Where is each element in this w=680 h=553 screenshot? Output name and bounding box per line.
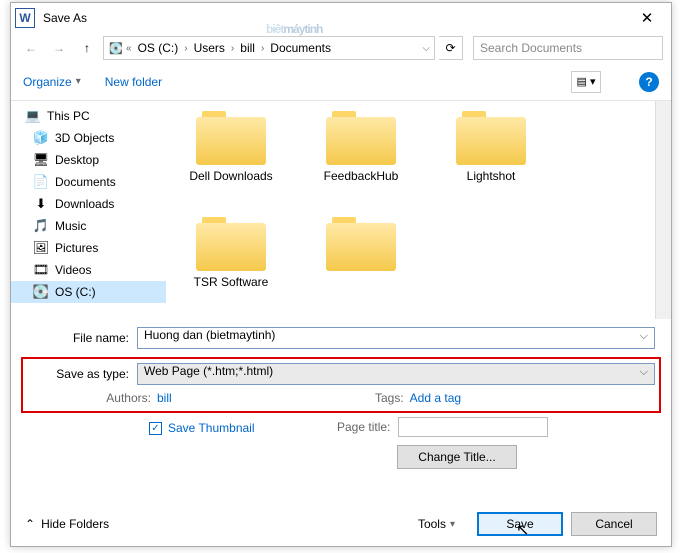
folder-item[interactable]: Dell Downloads [176, 109, 286, 209]
folder-icon [326, 109, 396, 165]
tree-item-label: Desktop [55, 153, 99, 167]
tags-label: Tags: [354, 391, 404, 405]
tree-item-icon: ⬇ [33, 196, 49, 212]
body: 💻This PC 🧊 3D Objects 🖥 Desktop 📄 Documents ⬇ D… [11, 101, 671, 319]
save-thumbnail-checkbox[interactable]: ✓ [149, 422, 162, 435]
hide-folders-button[interactable]: ⌃Hide Folders [25, 517, 109, 531]
tree-item-icon: 💽 [33, 284, 49, 300]
pc-icon: 💻 [25, 108, 41, 124]
tree-item-icon: 📄 [33, 174, 49, 190]
titlebar: W Save As ✕ [11, 3, 671, 33]
chevron-up-icon: ⌃ [25, 517, 35, 531]
forward-button[interactable]: → [47, 36, 71, 60]
tree-item[interactable]: 🎵 Music [11, 215, 166, 237]
save-type-label: Save as type: [27, 367, 137, 381]
tree-item-label: 3D Objects [55, 131, 114, 145]
close-button[interactable]: ✕ [627, 4, 667, 32]
tree-item-label: Videos [55, 263, 91, 277]
folder-icon [196, 215, 266, 271]
chevron-icon: › [261, 43, 264, 54]
nav-bar: ← → ↑ 💽 « OS (C:) › Users › bill › Docum… [11, 33, 671, 63]
cancel-button[interactable]: Cancel [571, 512, 657, 536]
folder-item[interactable]: Lightshot [436, 109, 546, 209]
new-folder-button[interactable]: New folder [105, 75, 162, 89]
change-title-button[interactable]: Change Title... [397, 445, 517, 469]
page-title-input[interactable] [398, 417, 548, 437]
drive-icon: 💽 [108, 40, 124, 56]
authors-value[interactable]: bill [157, 391, 172, 405]
tree-item-icon: 🎵 [33, 218, 49, 234]
tree-item[interactable]: 📄 Documents [11, 171, 166, 193]
toolbar: Organize▾ New folder ▤ ▾ ? [11, 63, 671, 101]
tree-item-icon: 🖥 [33, 152, 49, 168]
tags-value[interactable]: Add a tag [410, 391, 461, 405]
tree-item-icon: 🖼 [33, 240, 49, 256]
tree-item-label: Pictures [55, 241, 98, 255]
search-input[interactable]: Search Documents [473, 36, 663, 60]
scrollbar[interactable] [655, 101, 671, 319]
tree-item[interactable]: 🧊 3D Objects [11, 127, 166, 149]
tree-item-icon: 🎞 [33, 262, 49, 278]
file-name-label: File name: [27, 331, 137, 345]
chevron-icon: › [231, 43, 234, 54]
chevron-icon: « [126, 43, 132, 54]
word-icon: W [15, 8, 35, 28]
tree-item[interactable]: 💽 OS (C:) [11, 281, 166, 303]
tree-item-label: Music [55, 219, 86, 233]
save-as-dialog: biêtmáytinh W Save As ✕ ← → ↑ 💽 « OS (C:… [10, 2, 672, 547]
folder-icon [456, 109, 526, 165]
folder-item[interactable]: FeedbackHub [306, 109, 416, 209]
highlight-box: Save as type: Web Page (*.htm;*.html) Au… [21, 357, 661, 413]
chevron-down-icon[interactable]: ⌵ [422, 43, 430, 54]
folder-view[interactable]: Dell Downloads FeedbackHub Lightshot TSR So… [166, 101, 671, 319]
back-button[interactable]: ← [19, 36, 43, 60]
form-area: File name: Huong dan (bietmaytinh) Save … [11, 319, 671, 469]
tools-menu[interactable]: Tools▾ [418, 517, 455, 531]
tree-item[interactable]: 🎞 Videos [11, 259, 166, 281]
folder-item[interactable]: TSR Software [176, 215, 286, 315]
footer: ⌃Hide Folders Tools▾ Save Cancel [11, 512, 671, 536]
tree-item-label: OS (C:) [55, 285, 96, 299]
folder-item[interactable] [306, 215, 416, 315]
crumb-documents[interactable]: Documents [266, 39, 335, 57]
tree-item-icon: 🧊 [33, 130, 49, 146]
tree-item[interactable]: 🖥 Desktop [11, 149, 166, 171]
up-button[interactable]: ↑ [75, 36, 99, 60]
save-type-select[interactable]: Web Page (*.htm;*.html) [137, 363, 655, 385]
folder-icon [326, 215, 396, 271]
nav-tree: 💻This PC 🧊 3D Objects 🖥 Desktop 📄 Documents ⬇ D… [11, 101, 166, 319]
tree-this-pc[interactable]: 💻This PC [11, 105, 166, 127]
folder-label: Dell Downloads [189, 169, 272, 183]
tree-item-label: Downloads [55, 197, 114, 211]
chevron-icon: › [184, 43, 187, 54]
refresh-button[interactable]: ⟳ [439, 36, 463, 60]
address-bar[interactable]: 💽 « OS (C:) › Users › bill › Documents ⌵ [103, 36, 435, 60]
tree-item[interactable]: ⬇ Downloads [11, 193, 166, 215]
save-thumbnail-label: Save Thumbnail [168, 421, 255, 435]
crumb-bill[interactable]: bill [236, 39, 259, 57]
folder-label: FeedbackHub [324, 169, 399, 183]
crumb-os[interactable]: OS (C:) [134, 39, 183, 57]
folder-icon [196, 109, 266, 165]
help-button[interactable]: ? [639, 72, 659, 92]
view-options-button[interactable]: ▤ ▾ [571, 71, 601, 93]
window-title: Save As [43, 11, 627, 25]
page-title-label: Page title: [337, 420, 390, 434]
organize-menu[interactable]: Organize▾ [23, 75, 81, 89]
folder-label: Lightshot [467, 169, 516, 183]
crumb-users[interactable]: Users [190, 39, 229, 57]
tree-item[interactable]: 🖼 Pictures [11, 237, 166, 259]
save-button[interactable]: Save [477, 512, 563, 536]
tree-item-label: Documents [55, 175, 116, 189]
folder-label: TSR Software [194, 275, 269, 289]
authors-label: Authors: [101, 391, 151, 405]
file-name-input[interactable]: Huong dan (bietmaytinh) [137, 327, 655, 349]
